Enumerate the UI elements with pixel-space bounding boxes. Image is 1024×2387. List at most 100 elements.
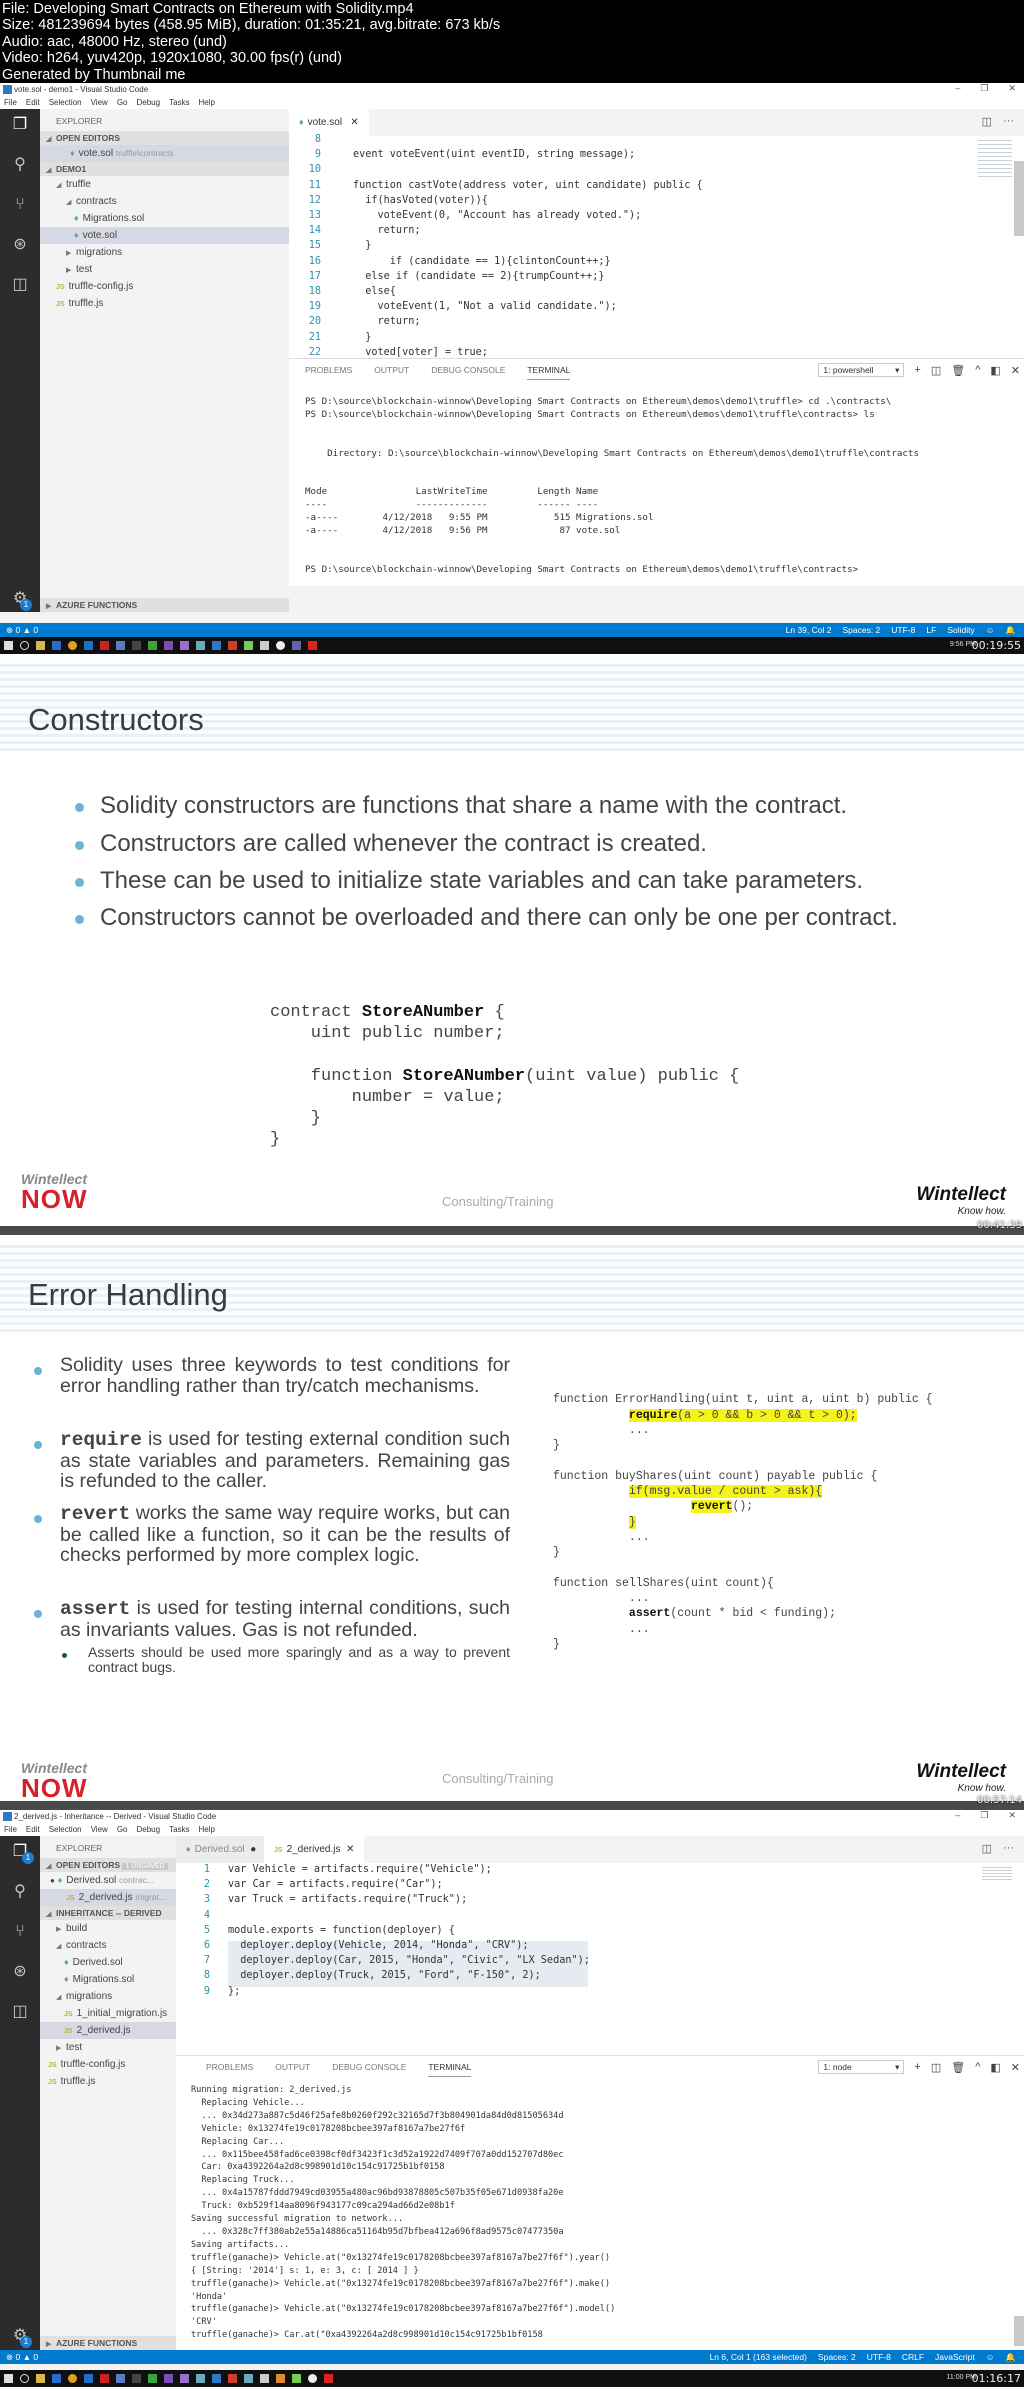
problems-count[interactable]: ⊗ 0 ▲ 0 xyxy=(6,625,38,635)
extensions-icon[interactable]: ◫ xyxy=(10,2002,30,2022)
tree-folder-test[interactable]: ▶ test xyxy=(40,2039,176,2056)
close-panel-icon[interactable]: ✕ xyxy=(1011,2061,1020,2074)
powerpoint-icon[interactable] xyxy=(228,2374,237,2383)
menu-view[interactable]: View xyxy=(91,1825,108,1836)
tab-debug-console[interactable]: DEBUG CONSOLE xyxy=(332,2062,406,2077)
app-icon[interactable] xyxy=(308,641,317,650)
code-editor[interactable]: 891011121314151617181920212223 event vot… xyxy=(289,134,1024,373)
notifications-bell-icon[interactable]: 🔔 xyxy=(1005,2352,1016,2363)
maximize-panel-icon[interactable]: ^ xyxy=(975,2061,980,2073)
tree-file-truffle-config[interactable]: JS truffle-config.js xyxy=(40,2056,176,2073)
app-icon[interactable] xyxy=(180,2374,189,2383)
app-icon[interactable] xyxy=(276,2374,285,2383)
visual-studio-icon[interactable] xyxy=(164,641,173,650)
edge-icon[interactable] xyxy=(52,2374,61,2383)
app-icon[interactable] xyxy=(132,641,141,650)
cursor-position[interactable]: Ln 39, Col 2 xyxy=(786,625,832,636)
app-icon[interactable] xyxy=(180,641,189,650)
encoding[interactable]: UTF-8 xyxy=(891,625,915,636)
open-editor-vote-sol[interactable]: ♦ vote.sol truffle\contracts xyxy=(40,145,289,162)
tree-folder-build[interactable]: ▶ build xyxy=(40,1920,176,1937)
split-editor-icon[interactable]: ◫ xyxy=(982,1842,992,1855)
tab-output[interactable]: OUTPUT xyxy=(374,365,409,380)
tab-output[interactable]: OUTPUT xyxy=(275,2062,310,2077)
search-icon[interactable]: ⚲ xyxy=(10,155,30,175)
editor-scrollbar[interactable] xyxy=(1014,161,1024,236)
tab-terminal[interactable]: TERMINAL xyxy=(428,2062,472,2077)
calculator-icon[interactable] xyxy=(260,2374,269,2383)
settings-icon[interactable] xyxy=(308,2374,317,2383)
menu-tasks[interactable]: Tasks xyxy=(169,1825,189,1836)
minimize-button[interactable]: – xyxy=(955,1810,960,1821)
terminal-output[interactable]: PS D:\source\blockchain-winnow\Developin… xyxy=(305,383,919,577)
tree-file-vote-sol[interactable]: ♦ vote.sol xyxy=(40,227,289,244)
demo1-section[interactable]: ◢ DEMO1 xyxy=(40,162,289,176)
code-editor[interactable]: 1 2 3 4 5 6 7 8 9 var Vehicle = artifacts.requir… xyxy=(176,1863,1024,2055)
project-section[interactable]: ◢ INHERITANCE -- DERIVED xyxy=(40,1906,176,1920)
tree-folder-contracts[interactable]: ◢ contracts xyxy=(40,193,289,210)
windows-start-icon[interactable] xyxy=(4,641,13,650)
tree-file-derived-sol[interactable]: ♦ Derived.sol xyxy=(40,1954,176,1971)
menu-file[interactable]: File xyxy=(4,98,17,109)
indentation[interactable]: Spaces: 2 xyxy=(842,625,880,636)
kill-terminal-icon[interactable]: 🗑 xyxy=(951,364,965,377)
encoding[interactable]: UTF-8 xyxy=(867,2352,891,2363)
tree-file-truffle-js[interactable]: JS truffle.js xyxy=(40,2073,176,2090)
app-icon[interactable] xyxy=(132,2374,141,2383)
maximize-panel-icon[interactable]: ^ xyxy=(975,364,980,376)
outlook-icon[interactable] xyxy=(84,641,93,650)
problems-count[interactable]: ⊗ 0 ▲ 0 xyxy=(6,2352,38,2362)
powerpoint-icon[interactable] xyxy=(228,641,237,650)
line-ending[interactable]: CRLF xyxy=(902,2352,924,2363)
notepad-icon[interactable] xyxy=(292,2374,301,2383)
filezilla-icon[interactable] xyxy=(100,641,109,650)
tree-folder-migrations[interactable]: ▶ migrations xyxy=(40,244,289,261)
terminal-select[interactable]: 1: node ▾ xyxy=(818,2060,905,2074)
open-editor-derived-sol[interactable]: ● ♦ Derived.sol contrac... xyxy=(40,1872,176,1889)
app-icon[interactable] xyxy=(324,2374,333,2383)
file-explorer-icon[interactable] xyxy=(36,641,45,650)
toggle-panel-icon[interactable]: ◧ xyxy=(990,364,1000,377)
azure-functions-section[interactable]: ▶ AZURE FUNCTIONS xyxy=(40,598,289,612)
tree-file-migrations-sol[interactable]: ♦ Migrations.sol xyxy=(40,1971,176,1988)
debug-icon[interactable]: ⊛ xyxy=(10,1962,30,1982)
tree-file-truffle-js[interactable]: JS truffle.js xyxy=(40,295,289,312)
cortana-icon[interactable] xyxy=(20,641,29,650)
tab-debug-console[interactable]: DEBUG CONSOLE xyxy=(431,365,505,380)
code-content[interactable]: event voteEvent(uint eventID, string mes… xyxy=(353,132,703,375)
source-control-icon[interactable]: ⑂ xyxy=(10,1922,30,1942)
menu-file[interactable]: File xyxy=(4,1825,17,1836)
minimap[interactable] xyxy=(982,1867,1012,1881)
edge-icon[interactable] xyxy=(52,641,61,650)
tab-problems[interactable]: PROBLEMS xyxy=(305,365,352,380)
more-actions-icon[interactable]: ··· xyxy=(1003,115,1014,127)
debug-icon[interactable]: ⊛ xyxy=(10,235,30,255)
app-icon[interactable] xyxy=(244,2374,253,2383)
close-tab-icon[interactable]: ✕ xyxy=(350,117,358,128)
menu-tasks[interactable]: Tasks xyxy=(169,98,189,109)
menu-debug[interactable]: Debug xyxy=(136,1825,160,1836)
split-editor-icon[interactable]: ◫ xyxy=(982,115,992,128)
close-window-button[interactable]: ✕ xyxy=(1008,1810,1016,1821)
terminal-scrollbar[interactable] xyxy=(1014,2316,1024,2346)
code-content[interactable]: var Vehicle = artifacts.require("Vehicle… xyxy=(228,1862,590,1999)
app-icon[interactable] xyxy=(116,2374,125,2383)
menu-go[interactable]: Go xyxy=(117,98,128,109)
tab-problems[interactable]: PROBLEMS xyxy=(206,2062,253,2077)
app-icon[interactable] xyxy=(196,2374,205,2383)
minimap[interactable] xyxy=(978,140,1012,180)
tree-folder-contracts[interactable]: ◢ contracts xyxy=(40,1937,176,1954)
feedback-smiley-icon[interactable]: ☺ xyxy=(986,625,995,636)
cortana-icon[interactable] xyxy=(20,2374,29,2383)
tab-derived-sol[interactable]: ♦ Derived.sol ● xyxy=(176,1836,267,1863)
app-icon[interactable] xyxy=(148,2374,157,2383)
explorer-icon[interactable]: ❐ xyxy=(10,115,30,135)
split-terminal-icon[interactable]: ◫ xyxy=(931,364,941,377)
menu-selection[interactable]: Selection xyxy=(49,98,82,109)
search-icon[interactable]: ⚲ xyxy=(10,1882,30,1902)
menu-debug[interactable]: Debug xyxy=(136,98,160,109)
app-icon[interactable] xyxy=(148,641,157,650)
new-terminal-icon[interactable]: + xyxy=(914,364,920,376)
visual-studio-icon[interactable] xyxy=(164,2374,173,2383)
split-terminal-icon[interactable]: ◫ xyxy=(931,2061,941,2074)
